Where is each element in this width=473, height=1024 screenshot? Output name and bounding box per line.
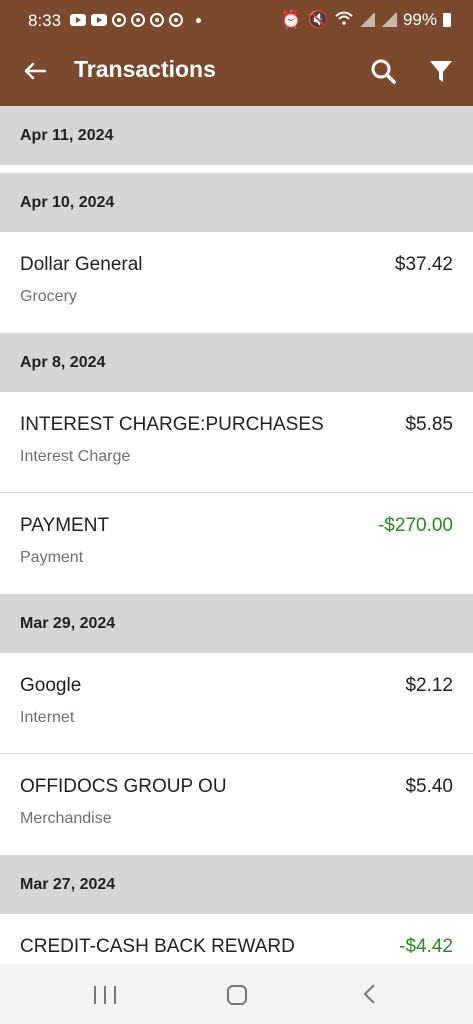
transaction-category: Grocery — [20, 288, 77, 305]
date-header: Apr 8, 2024 — [0, 333, 473, 392]
battery-icon — [443, 13, 451, 27]
recents-icon[interactable] — [94, 986, 116, 1004]
merchant-name: PAYMENT — [20, 515, 110, 536]
filter-icon[interactable] — [426, 56, 456, 86]
transaction-amount: $5.85 — [405, 414, 453, 435]
system-nav-bar — [0, 964, 473, 1024]
back-icon[interactable] — [360, 982, 380, 1006]
transaction-category: Internet — [20, 709, 75, 726]
system-icons: ⏰ 🔇 99% — [281, 10, 451, 30]
search-icon[interactable] — [368, 56, 398, 86]
date-header: Apr 10, 2024 — [0, 173, 473, 232]
transaction-row[interactable]: OFFIDOCS GROUP OU Merchandise $5.40 — [0, 754, 473, 855]
transaction-category: Payment — [20, 549, 84, 566]
status-bar: 8:33 ⏰ 🔇 99% — [0, 0, 473, 40]
transaction-row[interactable]: PAYMENT Payment -$270.00 — [0, 493, 473, 594]
mute-icon: 🔇 — [307, 10, 329, 29]
merchant-name: CREDIT-CASH BACK REWARD — [20, 936, 295, 957]
youtube-icon — [70, 14, 86, 26]
chrome-icon — [131, 13, 145, 27]
signal-icon — [358, 13, 375, 27]
more-notifications-icon — [196, 17, 201, 23]
date-header: Apr 11, 2024 — [0, 106, 473, 165]
transaction-amount: $37.42 — [394, 254, 453, 275]
merchant-name: INTEREST CHARGE:PURCHASES — [20, 414, 324, 435]
transaction-amount: -$4.42 — [399, 936, 453, 957]
home-icon[interactable] — [227, 985, 247, 1005]
transaction-amount: $2.12 — [405, 675, 453, 696]
youtube-icon — [91, 14, 107, 26]
transaction-category: Merchandise — [20, 810, 112, 827]
notification-icons — [70, 13, 201, 27]
date-label: Mar 29, 2024 — [20, 614, 116, 632]
alarm-icon: ⏰ — [280, 10, 302, 29]
back-arrow-icon[interactable] — [20, 56, 50, 86]
transaction-row[interactable]: Google Internet $2.12 — [0, 653, 473, 754]
status-time: 8:33 — [28, 11, 62, 30]
date-label: Apr 8, 2024 — [20, 353, 106, 371]
chrome-icon — [169, 13, 183, 27]
date-label: Mar 27, 2024 — [20, 875, 116, 893]
chrome-icon — [150, 13, 164, 27]
date-label: Apr 11, 2024 — [20, 126, 114, 144]
page-title: Transactions — [74, 56, 216, 82]
transaction-row[interactable]: CREDIT-CASH BACK REWARD -$4.42 — [0, 914, 473, 964]
chrome-icon — [112, 13, 126, 27]
date-label: Apr 10, 2024 — [20, 193, 115, 211]
transaction-list[interactable]: Apr 11, 2024 Apr 10, 2024 Dollar General… — [0, 106, 473, 964]
app-bar: Transactions — [0, 40, 473, 106]
wifi-icon — [335, 10, 353, 30]
date-header: Mar 27, 2024 — [0, 855, 473, 914]
date-header: Mar 29, 2024 — [0, 594, 473, 653]
merchant-name: Dollar General — [20, 254, 143, 275]
transaction-row[interactable]: Dollar General Grocery $37.42 — [0, 232, 473, 333]
merchant-name: OFFIDOCS GROUP OU — [20, 776, 227, 797]
signal-icon — [380, 13, 397, 27]
transaction-category: Interest Charge — [20, 448, 131, 465]
transaction-amount: -$270.00 — [377, 515, 453, 536]
transaction-amount: $5.40 — [405, 776, 453, 797]
battery-percent: 99% — [402, 10, 437, 29]
merchant-name: Google — [20, 675, 82, 696]
transaction-row[interactable]: INTEREST CHARGE:PURCHASES Interest Charg… — [0, 392, 473, 493]
